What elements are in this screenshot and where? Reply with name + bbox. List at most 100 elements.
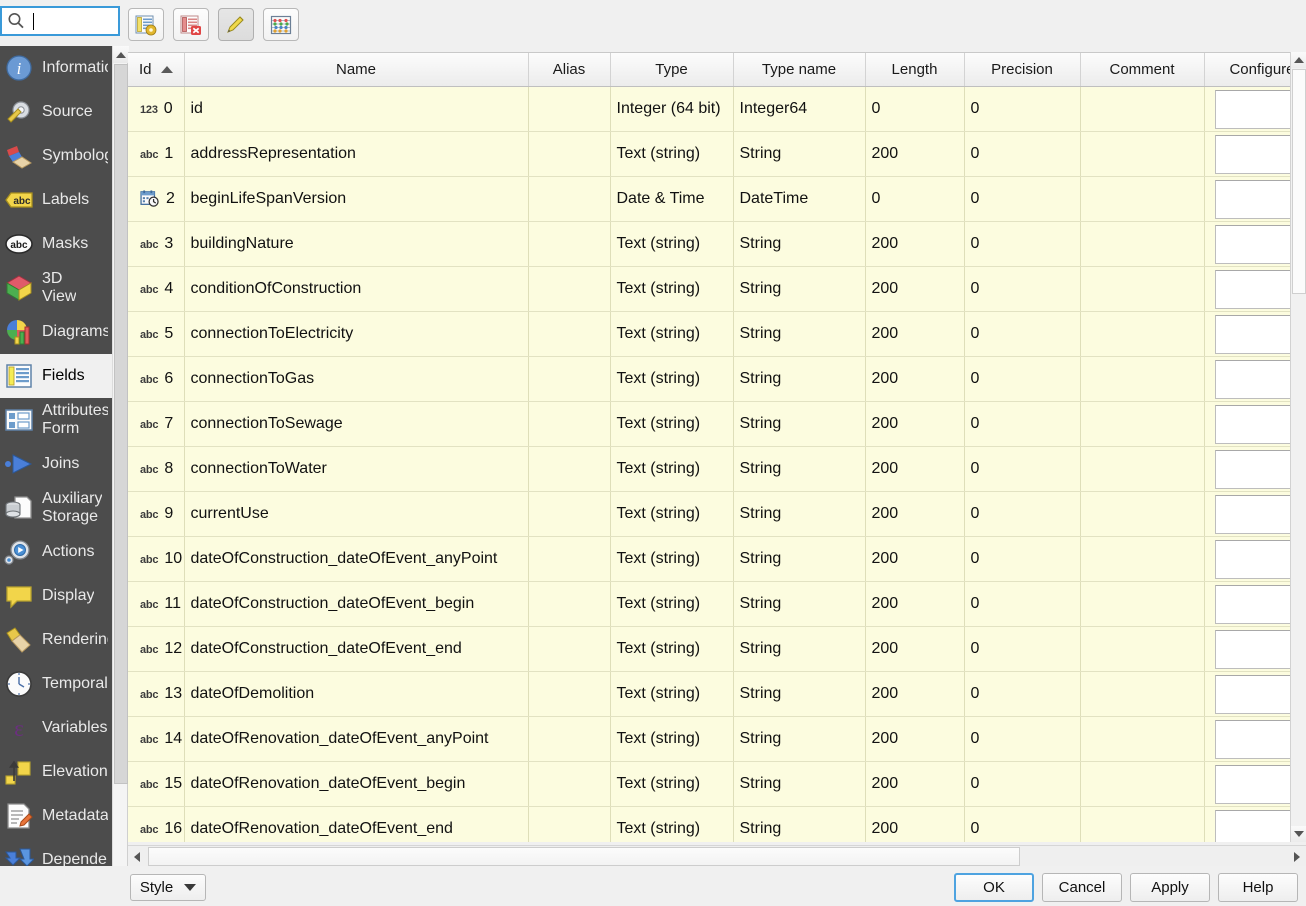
- table-row[interactable]: abc 5 connectionToElectricity Text (string)…: [128, 311, 1290, 357]
- cell-comment[interactable]: [1080, 491, 1205, 537]
- configure-widget[interactable]: [1214, 495, 1290, 534]
- cell-alias[interactable]: [528, 176, 611, 222]
- cell-configure[interactable]: [1204, 536, 1290, 582]
- sidebar-item-diagrams[interactable]: Diagrams: [0, 310, 112, 354]
- sidebar-item-rendering[interactable]: Rendering: [0, 618, 112, 662]
- configure-widget[interactable]: [1214, 810, 1290, 842]
- configure-widget[interactable]: [1214, 225, 1290, 264]
- sidebar-scrollbar-thumb[interactable]: [114, 64, 128, 784]
- column-header-alias[interactable]: Alias: [528, 53, 611, 87]
- sidebar-item-masks[interactable]: abc Masks: [0, 222, 112, 266]
- configure-widget[interactable]: [1214, 180, 1290, 219]
- configure-widget[interactable]: [1214, 720, 1290, 759]
- cell-type-name[interactable]: String: [733, 356, 866, 402]
- column-header-length[interactable]: Length: [865, 53, 965, 87]
- configure-widget[interactable]: [1214, 450, 1290, 489]
- cell-type-name[interactable]: String: [733, 671, 866, 717]
- cell-type-name[interactable]: String: [733, 536, 866, 582]
- fields-table-container[interactable]: Id Name Alias Type Type name Length Precision C…: [128, 52, 1290, 842]
- cancel-button[interactable]: Cancel: [1042, 873, 1122, 902]
- table-horizontal-scrollbar[interactable]: [128, 845, 1306, 866]
- cell-precision[interactable]: 0: [964, 221, 1081, 267]
- table-row[interactable]: 123 0 id Integer (64 bit) Integer64 0 0: [128, 86, 1290, 132]
- cell-type[interactable]: Text (string): [610, 536, 734, 582]
- table-row[interactable]: abc 6 connectionToGas Text (string) String 20…: [128, 356, 1290, 402]
- cell-configure[interactable]: [1204, 446, 1290, 492]
- table-row[interactable]: abc 7 connectionToSewage Text (string) Strin…: [128, 401, 1290, 447]
- cell-name[interactable]: connectionToWater: [184, 446, 529, 492]
- cell-alias[interactable]: [528, 311, 611, 357]
- cell-type[interactable]: Text (string): [610, 446, 734, 492]
- cell-length[interactable]: 200: [865, 401, 965, 447]
- cell-configure[interactable]: [1204, 131, 1290, 177]
- cell-length[interactable]: 200: [865, 806, 965, 842]
- help-button[interactable]: Help: [1218, 873, 1298, 902]
- cell-precision[interactable]: 0: [964, 671, 1081, 717]
- cell-name[interactable]: dateOfConstruction_dateOfEvent_begin: [184, 581, 529, 627]
- cell-name[interactable]: connectionToGas: [184, 356, 529, 402]
- cell-precision[interactable]: 0: [964, 806, 1081, 842]
- scroll-down-button[interactable]: [1291, 826, 1306, 842]
- cell-precision[interactable]: 0: [964, 176, 1081, 222]
- configure-widget[interactable]: [1214, 360, 1290, 399]
- cell-name[interactable]: dateOfRenovation_dateOfEvent_begin: [184, 761, 529, 807]
- table-row[interactable]: abc 15 dateOfRenovation_dateOfEvent_begin T…: [128, 761, 1290, 807]
- cell-type-name[interactable]: String: [733, 131, 866, 177]
- cell-length[interactable]: 0: [865, 176, 965, 222]
- cell-configure[interactable]: [1204, 581, 1290, 627]
- sidebar-item-source[interactable]: Source: [0, 90, 112, 134]
- cell-precision[interactable]: 0: [964, 86, 1081, 132]
- cell-type[interactable]: Text (string): [610, 581, 734, 627]
- cell-configure[interactable]: [1204, 266, 1290, 312]
- cell-precision[interactable]: 0: [964, 716, 1081, 762]
- cell-length[interactable]: 200: [865, 356, 965, 402]
- column-header-name[interactable]: Name: [184, 53, 529, 87]
- cell-comment[interactable]: [1080, 86, 1205, 132]
- cell-comment[interactable]: [1080, 716, 1205, 762]
- cell-configure[interactable]: [1204, 311, 1290, 357]
- cell-type[interactable]: Text (string): [610, 356, 734, 402]
- table-row[interactable]: abc 10 dateOfConstruction_dateOfEvent_anyP…: [128, 536, 1290, 582]
- table-row[interactable]: 2 beginLifeSpanVersion Date & Time DateTime…: [128, 176, 1290, 222]
- configure-widget[interactable]: [1214, 135, 1290, 174]
- column-header-configure[interactable]: Configure: [1204, 53, 1290, 87]
- cell-type-name[interactable]: String: [733, 626, 866, 672]
- column-header-id[interactable]: Id: [128, 53, 185, 87]
- configure-widget[interactable]: [1214, 630, 1290, 669]
- cell-length[interactable]: 200: [865, 536, 965, 582]
- configure-widget[interactable]: [1214, 540, 1290, 579]
- cell-comment[interactable]: [1080, 671, 1205, 717]
- cell-name[interactable]: beginLifeSpanVersion: [184, 176, 529, 222]
- cell-name[interactable]: dateOfRenovation_dateOfEvent_anyPoint: [184, 716, 529, 762]
- scroll-left-button[interactable]: [128, 846, 146, 867]
- configure-widget[interactable]: [1214, 405, 1290, 444]
- cell-comment[interactable]: [1080, 536, 1205, 582]
- sidebar-item-actions[interactable]: Actions: [0, 530, 112, 574]
- cell-id[interactable]: abc 10: [128, 536, 185, 582]
- cell-id[interactable]: abc 16: [128, 806, 185, 842]
- cell-length[interactable]: 200: [865, 266, 965, 312]
- cell-id[interactable]: abc 7: [128, 401, 185, 447]
- column-header-precision[interactable]: Precision: [964, 53, 1081, 87]
- cell-id[interactable]: abc 6: [128, 356, 185, 402]
- cell-name[interactable]: addressRepresentation: [184, 131, 529, 177]
- cell-alias[interactable]: [528, 131, 611, 177]
- cell-alias[interactable]: [528, 536, 611, 582]
- table-row[interactable]: abc 14 dateOfRenovation_dateOfEvent_anyPoi…: [128, 716, 1290, 762]
- search-input[interactable]: [0, 6, 120, 36]
- cell-comment[interactable]: [1080, 356, 1205, 402]
- column-header-type-name[interactable]: Type name: [733, 53, 866, 87]
- cell-id[interactable]: 2: [128, 176, 185, 222]
- cell-type[interactable]: Text (string): [610, 806, 734, 842]
- cell-configure[interactable]: [1204, 221, 1290, 267]
- cell-length[interactable]: 200: [865, 491, 965, 537]
- cell-name[interactable]: dateOfDemolition: [184, 671, 529, 717]
- table-row[interactable]: abc 12 dateOfConstruction_dateOfEvent_end T…: [128, 626, 1290, 672]
- cell-configure[interactable]: [1204, 491, 1290, 537]
- cell-length[interactable]: 200: [865, 311, 965, 357]
- cell-type-name[interactable]: String: [733, 401, 866, 447]
- cell-name[interactable]: connectionToSewage: [184, 401, 529, 447]
- cell-type-name[interactable]: DateTime: [733, 176, 866, 222]
- toggle-editing-button[interactable]: [218, 8, 254, 41]
- cell-id[interactable]: abc 13: [128, 671, 185, 717]
